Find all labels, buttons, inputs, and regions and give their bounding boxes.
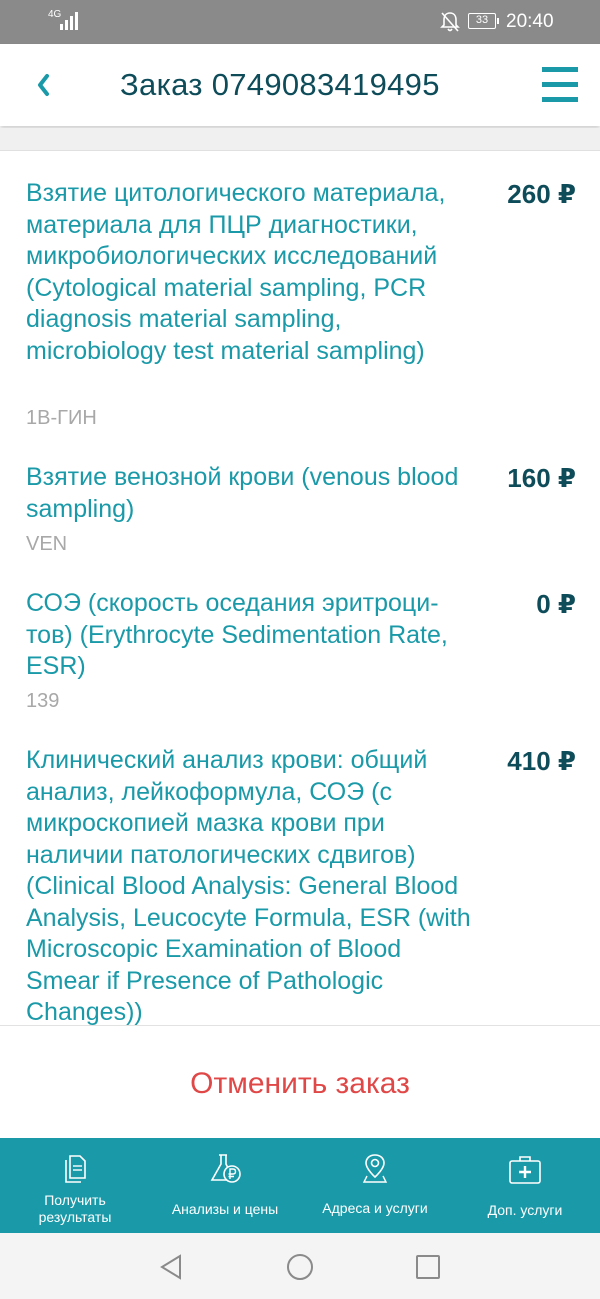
- recents-square-icon[interactable]: [415, 1254, 441, 1280]
- back-triangle-icon[interactable]: [158, 1253, 184, 1281]
- item-name: СОЭ (скорость оседания эритроци-тов) (Er…: [26, 589, 448, 680]
- nav-extra-services[interactable]: Доп. услуги: [450, 1138, 600, 1233]
- order-item: СОЭ (скорость оседания эритроци-тов) (Er…: [0, 561, 600, 721]
- item-price: 260 ₽: [507, 179, 576, 209]
- map-pin-icon: [362, 1154, 388, 1183]
- item-price: 410 ₽: [507, 746, 576, 776]
- nav-label: Анализы и цены: [171, 1201, 279, 1217]
- item-name: Взятие венозной крови (venous blood samp…: [26, 463, 459, 523]
- item-name: Взятие цитологического материала, матери…: [26, 179, 446, 365]
- back-button[interactable]: [32, 70, 60, 102]
- order-item: Клинический анализ крови: общий анализ, …: [0, 718, 600, 1025]
- mute-bell-icon: [440, 12, 460, 32]
- nav-label: Адреса и услуги: [322, 1200, 428, 1216]
- app-header: Заказ 0749083419495: [0, 44, 600, 126]
- signal-icon: [60, 12, 78, 30]
- item-name: Клинический анализ крови: общий анализ, …: [26, 746, 471, 1025]
- divider: [0, 128, 600, 151]
- system-nav-bar: [0, 1233, 600, 1299]
- home-circle-icon[interactable]: [286, 1253, 314, 1281]
- status-time: 20:40: [506, 11, 554, 32]
- hamburger-menu-icon: [542, 67, 578, 72]
- medical-kit-icon: [509, 1156, 541, 1184]
- item-code: 1В-ГИН: [26, 407, 97, 429]
- order-item: Взятие цитологического материала, матери…: [0, 151, 600, 441]
- menu-button[interactable]: [542, 67, 578, 103]
- item-code: VEN: [26, 533, 68, 555]
- flask-ruble-icon: [210, 1154, 241, 1183]
- nav-addresses[interactable]: Адреса и услуги: [300, 1138, 450, 1233]
- item-code: 139: [26, 690, 60, 712]
- item-price: 0 ₽: [536, 589, 576, 619]
- order-item: Взятие венозной крови (venous blood samp…: [0, 435, 600, 565]
- bottom-nav: Получить результаты Анализы и цены Адрес…: [0, 1138, 600, 1233]
- battery-indicator: 33: [468, 13, 499, 29]
- order-items-list[interactable]: Взятие цитологического материала, матери…: [0, 151, 600, 1025]
- nav-tests-prices[interactable]: Анализы и цены: [150, 1138, 300, 1233]
- status-bar: 4G 33 20:40: [0, 0, 600, 44]
- nav-label: Доп. услуги: [487, 1202, 563, 1218]
- nav-label: Получить результаты: [38, 1192, 112, 1225]
- page-title: Заказ 0749083419495: [120, 67, 440, 102]
- item-price: 160 ₽: [507, 463, 576, 493]
- chevron-left-icon: [38, 74, 49, 96]
- nav-get-results[interactable]: Получить результаты: [0, 1138, 150, 1233]
- cancel-order-button[interactable]: Отменить заказ: [0, 1066, 600, 1102]
- cancel-area: Отменить заказ: [0, 1025, 600, 1139]
- documents-icon: [65, 1155, 86, 1183]
